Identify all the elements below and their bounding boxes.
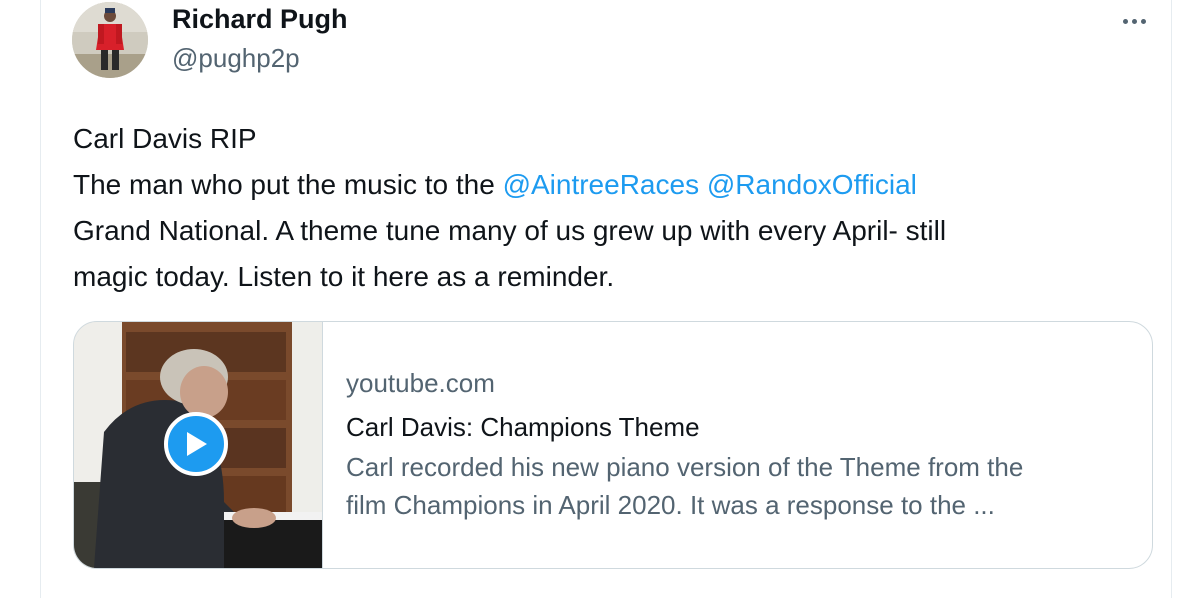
link-domain: youtube.com xyxy=(346,368,495,398)
play-button[interactable] xyxy=(164,412,228,476)
more-horizontal-icon xyxy=(1122,18,1146,24)
link-description-line-2: film Champions in April 2020. It was a r… xyxy=(346,490,995,520)
more-options-button[interactable] xyxy=(1112,6,1156,36)
author-name[interactable]: Richard Pugh xyxy=(172,4,348,35)
avatar-photo xyxy=(72,2,148,78)
avatar[interactable] xyxy=(72,2,148,78)
play-icon xyxy=(187,432,207,456)
tweet-line-1: Carl Davis RIP xyxy=(73,123,257,154)
video-thumbnail[interactable] xyxy=(74,322,323,568)
mention-randox-official[interactable]: @RandoxOfficial xyxy=(707,169,917,200)
tweet-line-3: Grand National. A theme tune many of us … xyxy=(73,215,947,246)
link-description: Carl recorded his new piano version of t… xyxy=(346,448,1136,524)
tweet-text: Carl Davis RIP The man who put the music… xyxy=(73,116,1153,300)
link-description-line-1: Carl recorded his new piano version of t… xyxy=(346,452,1024,482)
mention-separator xyxy=(699,169,707,200)
link-preview-card[interactable]: youtube.com Carl Davis: Champions Theme … xyxy=(73,321,1153,569)
tweet-line-2-text: The man who put the music to the xyxy=(73,169,503,200)
mention-aintree-races[interactable]: @AintreeRaces xyxy=(503,169,700,200)
tweet-line-2: The man who put the music to the @Aintre… xyxy=(73,162,1153,208)
link-title[interactable]: Carl Davis: Champions Theme xyxy=(346,410,1136,444)
author-handle[interactable]: @pughp2p xyxy=(172,43,300,74)
tweet-line-4: magic today. Listen to it here as a remi… xyxy=(73,261,615,292)
link-card-info: youtube.com Carl Davis: Champions Theme … xyxy=(346,366,1136,524)
